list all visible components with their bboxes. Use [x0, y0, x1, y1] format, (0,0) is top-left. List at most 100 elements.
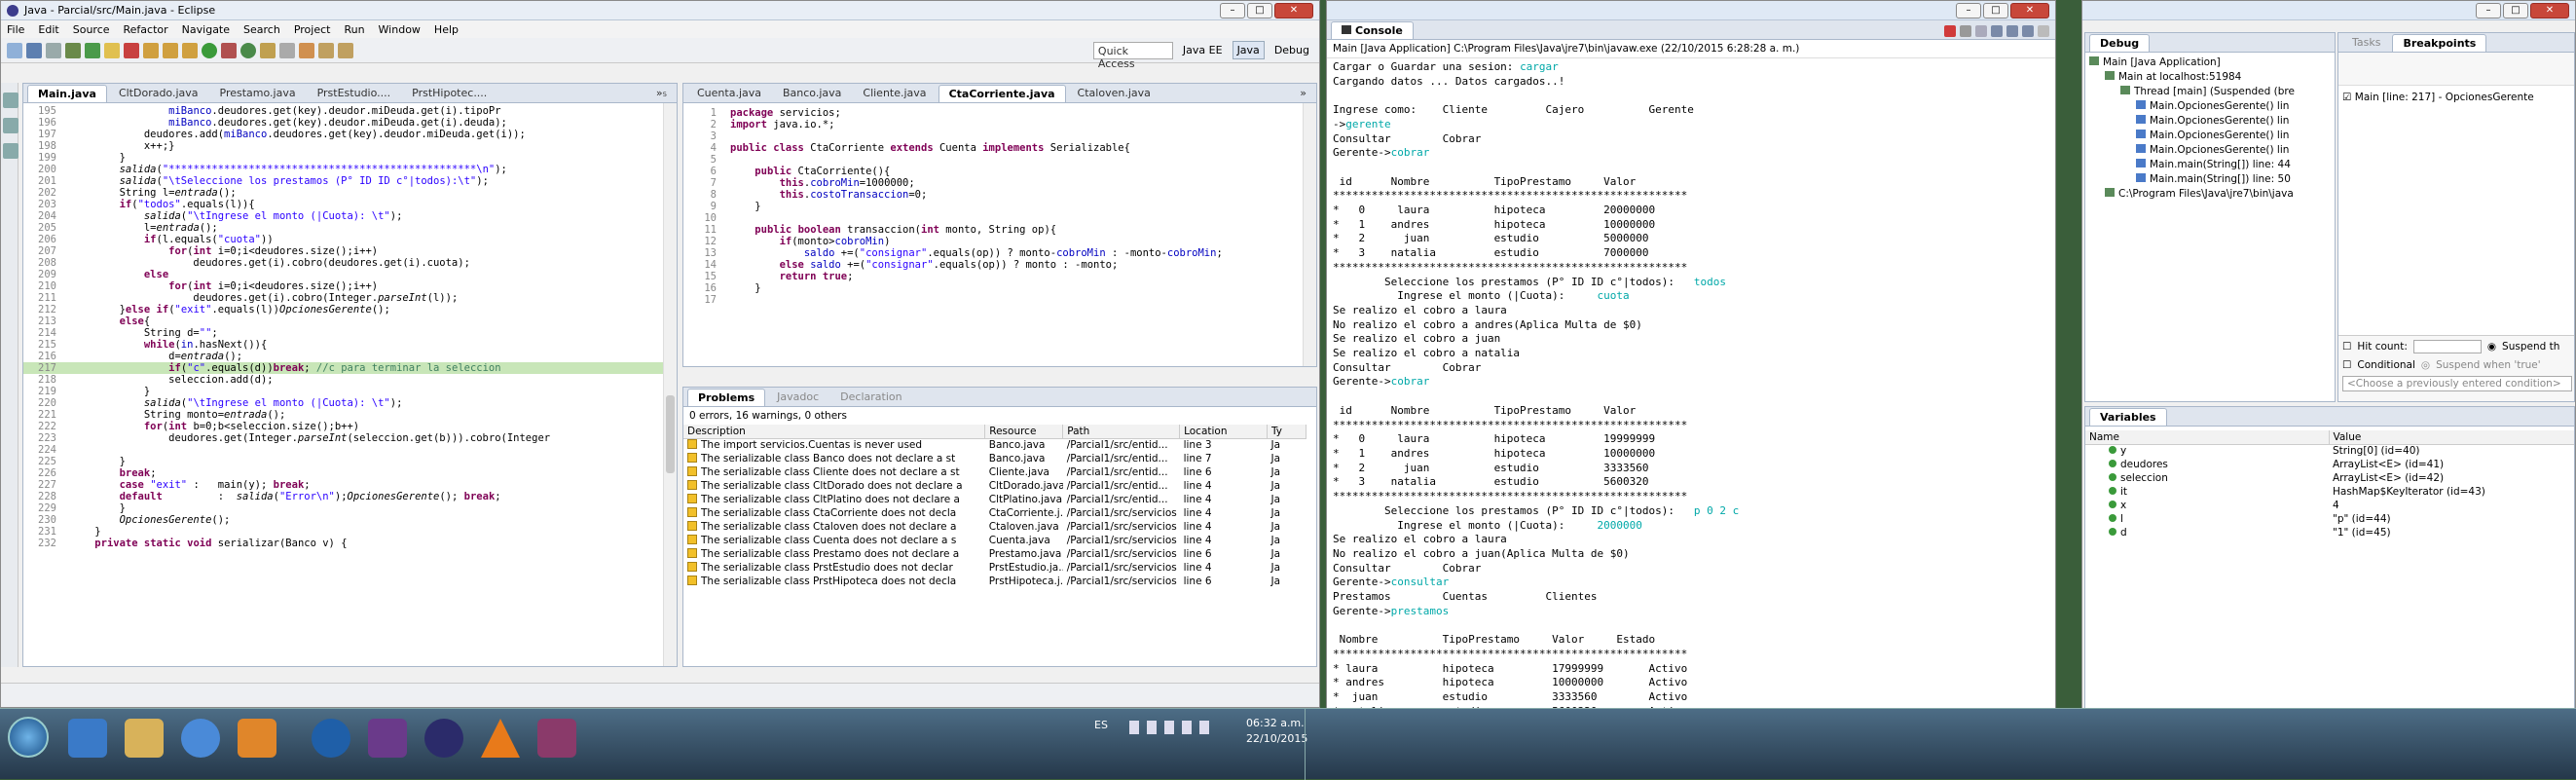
table-row[interactable]: The serializable class CtaCorriente does… — [683, 506, 1306, 520]
save-icon[interactable] — [26, 42, 42, 58]
clock-time[interactable]: 06:32 a.m. — [1246, 717, 1305, 729]
suspend-icon[interactable] — [104, 42, 120, 58]
start-button[interactable] — [8, 717, 49, 758]
debug-tree-item[interactable]: Main.main(String[]) line: 44 — [2089, 158, 2331, 172]
menu-item-source[interactable]: Source — [73, 23, 110, 36]
table-row[interactable]: The serializable class PrstHipoteca does… — [683, 575, 1306, 588]
new-icon[interactable] — [7, 42, 22, 58]
scroll-lock-icon[interactable] — [1991, 25, 2003, 37]
back-icon[interactable] — [318, 42, 334, 58]
left-code-area[interactable]: 195 miBanco.deudores.get(key).deudor.miD… — [23, 103, 677, 549]
tab-javadoc[interactable]: Javadoc — [767, 389, 828, 406]
close-button[interactable]: ✕ — [1274, 2, 1313, 19]
internet-explorer-icon[interactable] — [68, 719, 107, 758]
problems-col-ty[interactable]: Ty — [1267, 425, 1306, 439]
table-row[interactable]: The serializable class Prestamo does not… — [683, 547, 1306, 561]
chrome-icon[interactable] — [181, 719, 220, 758]
table-row[interactable]: seleccion ArrayList<E> (id=42) — [2085, 471, 2574, 485]
eclipse-app-icon[interactable] — [424, 719, 463, 758]
suspend-thread-radio[interactable]: ◉ — [2487, 341, 2496, 353]
run-icon[interactable] — [202, 42, 217, 58]
display-console-icon[interactable] — [2022, 25, 2034, 37]
conditional-checkbox[interactable]: ☐ — [2342, 359, 2351, 371]
editor-tab[interactable]: PrstHipotec.... — [402, 85, 497, 102]
menu-item-run[interactable]: Run — [344, 23, 364, 36]
table-row[interactable]: The serializable class Banco does not de… — [683, 452, 1306, 465]
menu-item-edit[interactable]: Edit — [38, 23, 58, 36]
tab-console[interactable]: Console — [1331, 21, 1414, 39]
table-row[interactable]: The serializable class Ctaloven does not… — [683, 520, 1306, 534]
step-over-icon[interactable] — [163, 42, 178, 58]
tab-breakpoints[interactable]: Breakpoints — [2392, 34, 2487, 52]
open-type-icon[interactable] — [260, 42, 276, 58]
right-scrollbar[interactable] — [1303, 103, 1316, 366]
condition-dropdown[interactable]: <Choose a previously entered condition> — [2342, 376, 2572, 391]
ie-app-icon[interactable] — [312, 719, 350, 758]
quick-access-field[interactable]: Quick Access — [1092, 41, 1173, 70]
clear-console-icon[interactable] — [1975, 25, 1987, 37]
next-annotation-icon[interactable] — [299, 42, 314, 58]
external-tools-icon[interactable] — [221, 42, 237, 58]
media-player-icon[interactable] — [238, 719, 276, 758]
console-maximize-button[interactable]: □ — [1983, 2, 2008, 19]
vlc-icon[interactable] — [481, 719, 520, 758]
hit-count-checkbox[interactable]: ☐ — [2342, 341, 2351, 353]
console-minimize-button[interactable]: – — [1956, 2, 1981, 19]
tray-icons[interactable] — [1129, 721, 1217, 734]
table-row[interactable]: deudores ArrayList<E> (id=41) — [2085, 458, 2574, 471]
more-tabs-button[interactable]: »₅ — [646, 85, 677, 102]
right-code-area[interactable]: 1 package servicios; 2 import java.io.*; 3 4 p… — [683, 103, 1316, 306]
forward-icon[interactable] — [338, 42, 353, 58]
breakpoint-item[interactable]: ☑ Main [line: 217] - OpcionesGerente — [2338, 86, 2574, 109]
variables-col-value[interactable]: Value — [2329, 430, 2574, 445]
table-row[interactable]: The serializable class CltDorado does no… — [683, 479, 1306, 493]
tab-declaration[interactable]: Declaration — [830, 389, 911, 406]
debug-tree-item[interactable]: Main.OpcionesGerente() lin — [2089, 143, 2331, 158]
table-row[interactable]: The serializable class CltPlatino does n… — [683, 493, 1306, 506]
perspective-java[interactable]: Java — [1232, 41, 1265, 59]
perspective-debug[interactable]: Debug — [1270, 42, 1313, 58]
debug-minimize-button[interactable]: – — [2476, 2, 2501, 19]
debug-tree-item[interactable]: Main at localhost:51984 — [2089, 70, 2331, 85]
outline-icon[interactable] — [3, 118, 18, 133]
problems-col-description[interactable]: Description — [683, 425, 986, 439]
pin-console-icon[interactable] — [2006, 25, 2018, 37]
debug-close-button[interactable]: ✕ — [2530, 2, 2569, 19]
menu-item-window[interactable]: Window — [379, 23, 421, 36]
problems-col-location[interactable]: Location — [1179, 425, 1268, 439]
table-row[interactable]: y String[0] (id=40) — [2085, 444, 2574, 458]
console-close-button[interactable]: ✕ — [2010, 2, 2049, 19]
debug-icon[interactable] — [65, 42, 81, 58]
remove-launch-icon[interactable] — [1960, 25, 1971, 37]
step-return-icon[interactable] — [182, 42, 198, 58]
terminate-icon[interactable] — [124, 42, 139, 58]
winrar-icon[interactable] — [537, 719, 576, 758]
menu-item-refactor[interactable]: Refactor — [124, 23, 168, 36]
menu-item-file[interactable]: File — [7, 23, 24, 36]
hit-count-input[interactable] — [2412, 340, 2482, 353]
menu-item-help[interactable]: Help — [434, 23, 459, 36]
table-row[interactable]: The serializable class Cliente does not … — [683, 465, 1306, 479]
editor-tab[interactable]: Cuenta.java — [687, 85, 771, 102]
hierarchy-icon[interactable] — [3, 143, 18, 159]
language-indicator[interactable]: ES — [1094, 719, 1108, 731]
tab-problems[interactable]: Problems — [687, 389, 766, 406]
debug-tree-item[interactable]: Main [Java Application] — [2089, 56, 2331, 70]
debug-tree-item[interactable]: Main.OpcionesGerente() lin — [2089, 114, 2331, 129]
table-row[interactable]: The serializable class Cuenta does not d… — [683, 534, 1306, 547]
suspend-when-radio[interactable]: ◎ — [2421, 359, 2430, 371]
editor-tab[interactable]: Ctaloven.java — [1068, 85, 1160, 102]
menu-item-project[interactable]: Project — [294, 23, 331, 36]
problems-col-resource[interactable]: Resource — [984, 425, 1064, 439]
terminate-console-icon[interactable] — [1944, 25, 1956, 37]
tab-tasks[interactable]: Tasks — [2342, 34, 2390, 52]
editor-tab[interactable]: Main.java — [27, 85, 107, 102]
debug-tree-item[interactable]: C:\Program Files\Java\jre7\bin\java — [2089, 187, 2331, 202]
new-java-class-icon[interactable] — [240, 42, 256, 58]
show-desktop-button[interactable] — [1305, 709, 1314, 780]
game-app-icon[interactable] — [368, 719, 407, 758]
minimize-button[interactable]: – — [1220, 2, 1245, 19]
package-explorer-icon[interactable] — [3, 93, 18, 108]
console-output[interactable]: Cargar o Guardar una sesion: cargar Carga… — [1327, 58, 2055, 750]
table-row[interactable]: it HashMap$KeyIterator (id=43) — [2085, 485, 2574, 499]
